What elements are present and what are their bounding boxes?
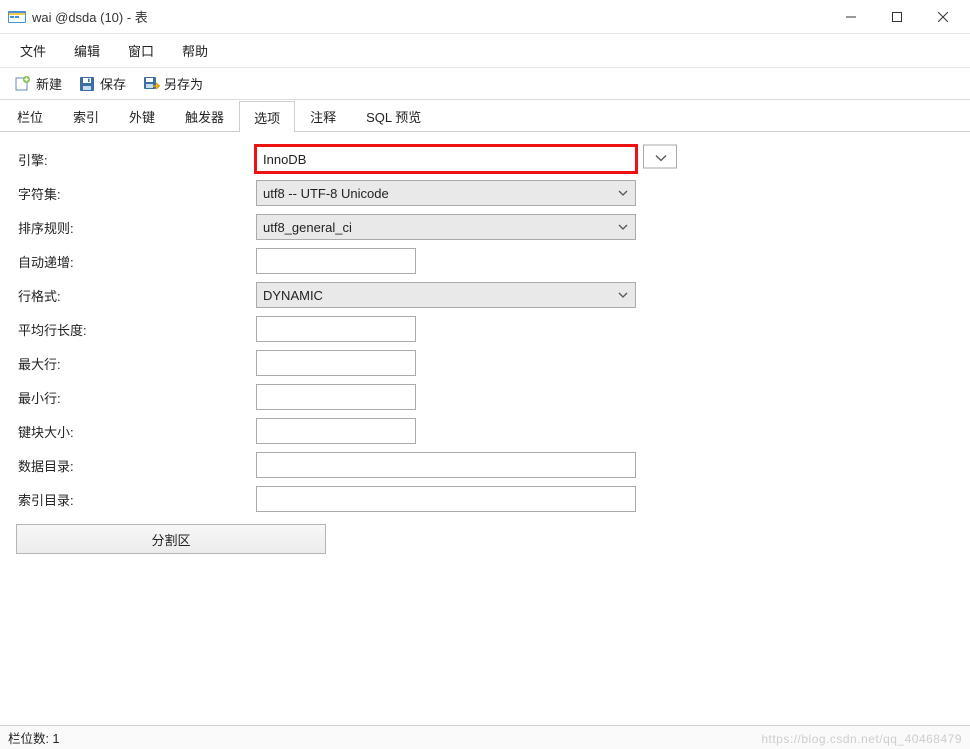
app-icon	[8, 9, 26, 25]
indexdir-label: 索引目录:	[16, 490, 256, 509]
maximize-button[interactable]	[874, 1, 920, 33]
keyblocksize-input[interactable]	[256, 418, 416, 444]
menu-help[interactable]: 帮助	[168, 35, 222, 66]
collation-label: 排序规则:	[16, 218, 256, 237]
autoinc-input[interactable]	[256, 248, 416, 274]
tab-indexes[interactable]: 索引	[58, 100, 114, 131]
charset-label: 字符集:	[16, 184, 256, 203]
save-button[interactable]: 保存	[70, 72, 134, 95]
rowformat-combo[interactable]: DYNAMIC	[256, 282, 636, 308]
saveas-icon	[142, 75, 160, 93]
tab-triggers[interactable]: 触发器	[170, 100, 239, 131]
collation-combo[interactable]: utf8_general_ci	[256, 214, 636, 240]
avgrowlen-label: 平均行长度:	[16, 320, 256, 339]
collation-value: utf8_general_ci	[263, 220, 352, 235]
partition-button[interactable]: 分割区	[16, 524, 326, 554]
minimize-button[interactable]	[828, 1, 874, 33]
saveas-label: 另存为	[164, 74, 203, 93]
rowformat-value: DYNAMIC	[263, 288, 323, 303]
window-controls	[828, 1, 966, 33]
charset-value: utf8 -- UTF-8 Unicode	[263, 186, 389, 201]
menu-bar: 文件 编辑 窗口 帮助	[0, 34, 970, 68]
keyblocksize-label: 键块大小:	[16, 422, 256, 441]
datadir-input[interactable]	[256, 452, 636, 478]
indexdir-input[interactable]	[256, 486, 636, 512]
save-icon	[78, 75, 96, 93]
options-form: 引擎: InnoDB 字符集: utf8 -- UTF-8 Unicode 排序…	[0, 132, 970, 564]
engine-combo[interactable]: InnoDB	[256, 146, 636, 172]
window-title: wai @dsda (10) - 表	[32, 7, 828, 26]
close-button[interactable]	[920, 1, 966, 33]
chevron-down-icon	[617, 187, 629, 199]
chevron-down-icon	[617, 221, 629, 233]
minrows-label: 最小行:	[16, 388, 256, 407]
chevron-down-icon	[643, 146, 677, 173]
new-label: 新建	[36, 74, 62, 93]
partition-label: 分割区	[151, 530, 190, 549]
status-left: 栏位数: 1	[8, 728, 59, 747]
tab-comment[interactable]: 注释	[295, 100, 351, 131]
menu-edit[interactable]: 编辑	[60, 35, 114, 66]
new-icon	[14, 75, 32, 93]
status-bar: 栏位数: 1	[0, 725, 970, 749]
datadir-label: 数据目录:	[16, 456, 256, 475]
save-label: 保存	[100, 74, 126, 93]
minrows-input[interactable]	[256, 384, 416, 410]
engine-value: InnoDB	[263, 152, 306, 167]
avgrowlen-input[interactable]	[256, 316, 416, 342]
charset-combo[interactable]: utf8 -- UTF-8 Unicode	[256, 180, 636, 206]
maxrows-label: 最大行:	[16, 354, 256, 373]
maxrows-input[interactable]	[256, 350, 416, 376]
tab-strip: 栏位 索引 外键 触发器 选项 注释 SQL 预览	[0, 100, 970, 132]
tab-foreignkeys[interactable]: 外键	[114, 100, 170, 131]
title-bar: wai @dsda (10) - 表	[0, 0, 970, 34]
menu-file[interactable]: 文件	[6, 35, 60, 66]
toolbar: 新建 保存 另存为	[0, 68, 970, 100]
tab-options[interactable]: 选项	[239, 101, 295, 132]
tab-sqlpreview[interactable]: SQL 预览	[351, 100, 436, 131]
rowformat-label: 行格式:	[16, 286, 256, 305]
engine-label: 引擎:	[16, 150, 256, 169]
chevron-down-icon	[617, 289, 629, 301]
new-button[interactable]: 新建	[6, 72, 70, 95]
saveas-button[interactable]: 另存为	[134, 72, 211, 95]
autoinc-label: 自动递增:	[16, 252, 256, 271]
tab-fields[interactable]: 栏位	[2, 100, 58, 131]
menu-window[interactable]: 窗口	[114, 35, 168, 66]
